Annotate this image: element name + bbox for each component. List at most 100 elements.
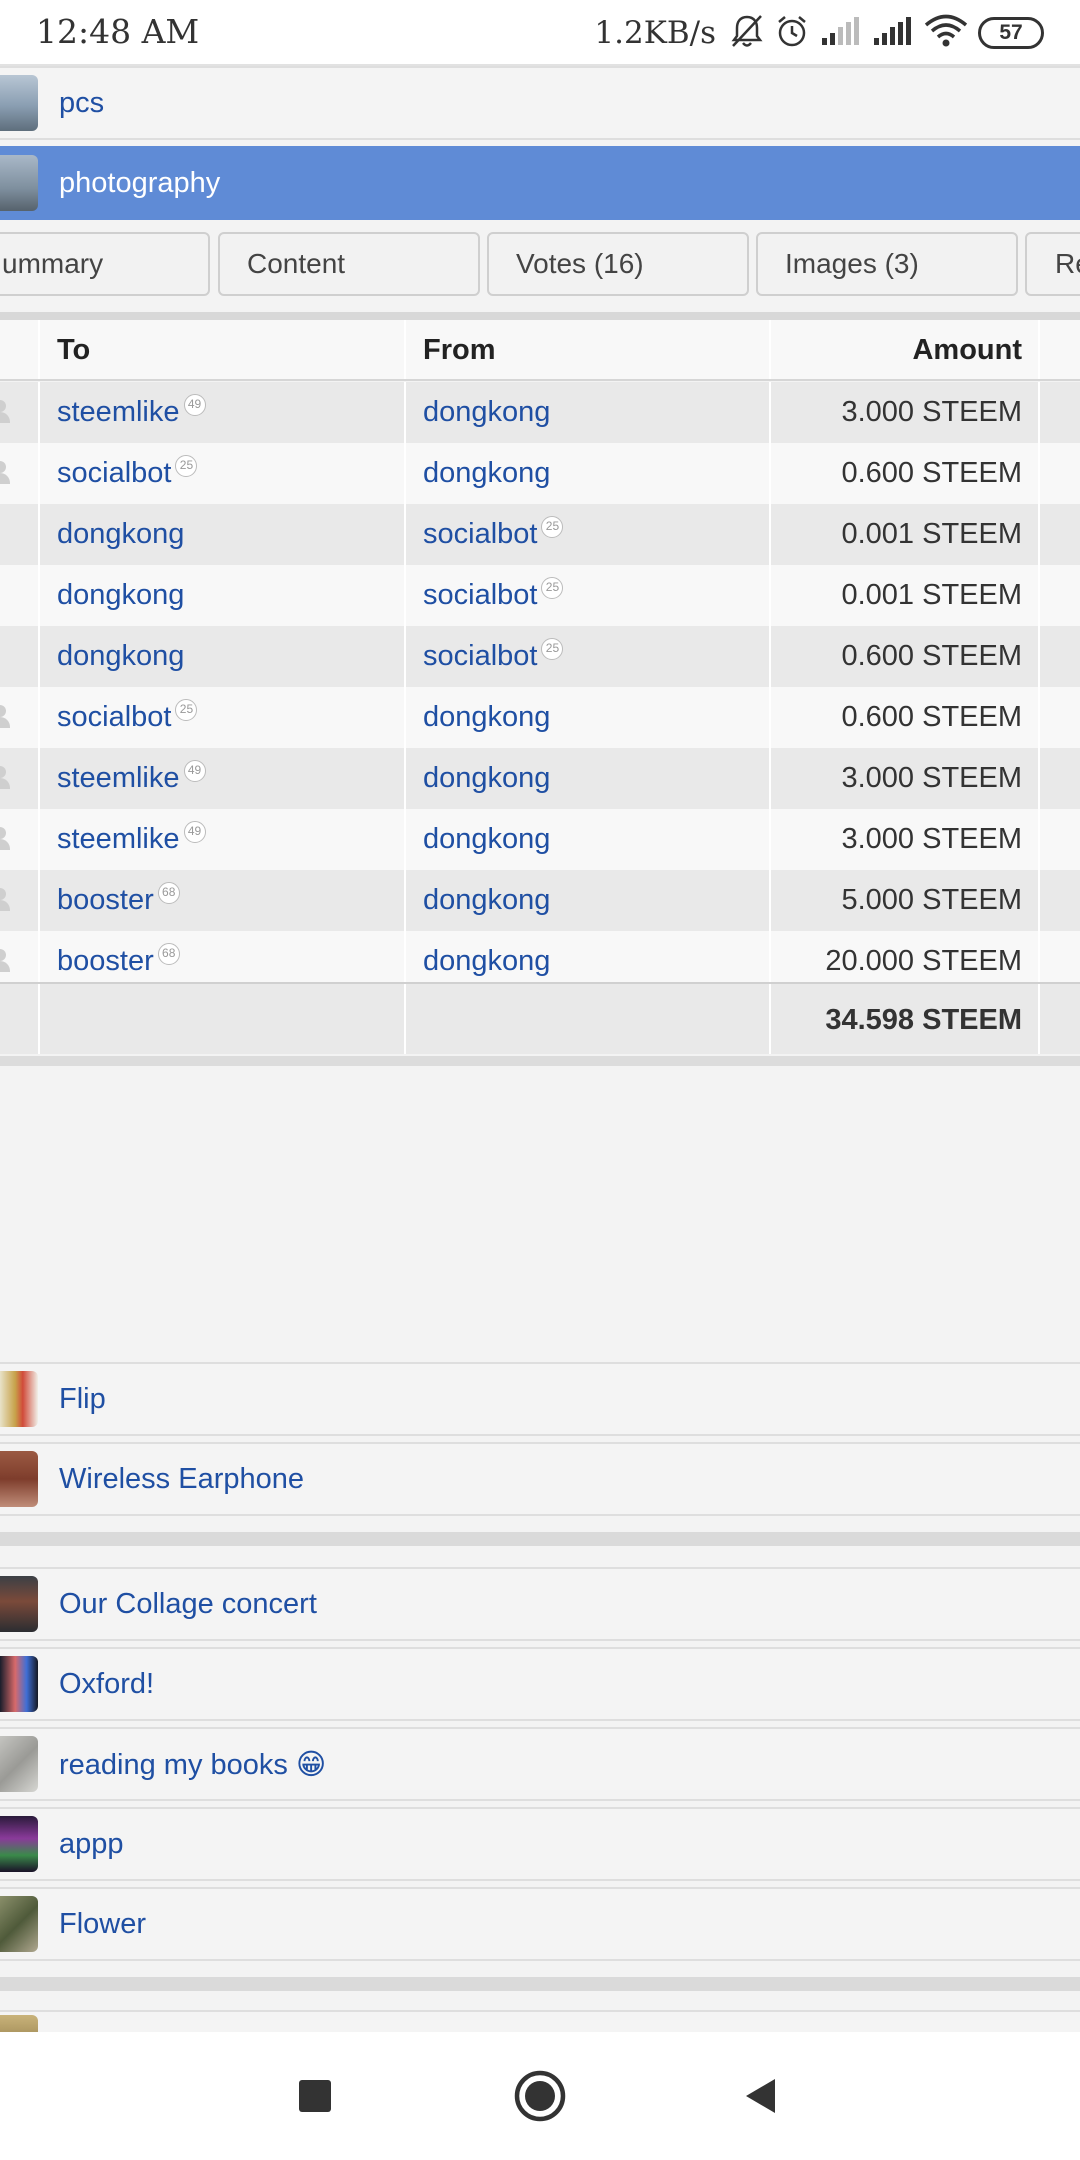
from-user-link[interactable]: dongkong — [423, 382, 550, 443]
column-header-from[interactable]: From — [423, 320, 496, 381]
list-item-our-collage-concert[interactable]: Our Collage concert — [0, 1567, 1080, 1641]
tab-votes[interactable]: Votes (16) — [487, 232, 749, 296]
to-user-cell: steemlike 49 — [57, 748, 206, 809]
section-divider — [0, 1977, 1080, 1991]
to-user-cell: booster 68 — [57, 870, 180, 931]
from-user-link[interactable]: socialbot — [423, 518, 537, 550]
bell-off-icon — [730, 13, 764, 54]
post-thumbnail — [0, 75, 38, 131]
from-user-link[interactable]: dongkong — [423, 443, 550, 504]
to-user-link[interactable]: dongkong — [57, 565, 184, 626]
amount-cell: 0.600 STEEM — [841, 640, 1022, 672]
list-item-label: photography — [59, 166, 221, 199]
reputation-badge: 68 — [157, 882, 180, 904]
tab-replies[interactable]: Re — [1025, 232, 1080, 296]
home-circle-icon[interactable] — [512, 2068, 568, 2124]
status-bar: 12:48 AM 1.2KB/s 57 — [0, 0, 1080, 66]
table-row: socialbot 25 dongkong 0.600 STEEM — [0, 687, 1080, 748]
avatar — [0, 400, 10, 424]
reputation-badge: 49 — [183, 760, 206, 782]
post-thumbnail — [0, 1816, 38, 1872]
reputation-badge: 49 — [183, 821, 206, 843]
from-user-cell: socialbot 25 — [423, 504, 564, 565]
section-divider — [0, 1532, 1080, 1546]
reputation-badge: 68 — [157, 943, 180, 965]
post-thumbnail — [0, 1896, 38, 1952]
reputation-badge: 25 — [541, 516, 564, 538]
reputation-badge: 25 — [175, 455, 198, 477]
to-user-cell: steemlike 49 — [57, 809, 206, 870]
column-header-amount[interactable]: Amount — [912, 320, 1022, 381]
amount-cell: 3.000 STEEM — [841, 823, 1022, 855]
to-user-link[interactable]: steemlike — [57, 823, 180, 855]
table-row: dongkong socialbot 25 0.600 STEEM — [0, 626, 1080, 687]
amount-cell: 0.600 STEEM — [841, 457, 1022, 489]
list-item-label: pcs — [59, 86, 105, 119]
alarm-icon — [774, 13, 810, 54]
table-row: dongkong socialbot 25 0.001 STEEM — [0, 565, 1080, 626]
list-item-pcs[interactable]: pcs — [0, 66, 1080, 140]
back-triangle-icon[interactable] — [733, 2068, 789, 2124]
amount-cell: 5.000 STEEM — [841, 884, 1022, 916]
to-user-link[interactable]: socialbot — [57, 701, 171, 733]
to-user-link[interactable]: dongkong — [57, 626, 184, 687]
tab-summary[interactable]: ummary — [0, 232, 210, 296]
list-item-photography[interactable]: photography — [0, 146, 1080, 220]
from-user-link[interactable]: dongkong — [423, 809, 550, 870]
from-user-link[interactable]: dongkong — [423, 748, 550, 809]
column-header-to[interactable]: To — [57, 320, 90, 381]
list-item-flower[interactable]: Flower — [0, 1887, 1080, 1961]
list-item-label: Flip — [59, 1382, 106, 1415]
table-row: booster 68 dongkong 5.000 STEEM — [0, 870, 1080, 931]
list-item-label: Our Collage concert — [59, 1587, 317, 1620]
post-thumbnail — [0, 1656, 38, 1712]
to-user-link[interactable]: dongkong — [57, 504, 184, 565]
to-user-link[interactable]: socialbot — [57, 457, 171, 489]
avatar — [0, 766, 10, 790]
table-total-row: 34.598 STEEM — [0, 982, 1080, 1054]
avatar — [0, 827, 10, 851]
list-item-oxford[interactable]: Oxford! — [0, 1647, 1080, 1721]
amount-cell: 0.001 STEEM — [841, 579, 1022, 611]
avatar — [0, 888, 10, 912]
to-user-link[interactable]: booster — [57, 945, 154, 977]
table-row: steemlike 49 dongkong 3.000 STEEM — [0, 382, 1080, 443]
list-item-appp[interactable]: appp — [0, 1807, 1080, 1881]
post-thumbnail — [0, 1371, 38, 1427]
from-user-cell: socialbot 25 — [423, 565, 564, 626]
list-item-wireless-earphone[interactable]: Wireless Earphone — [0, 1442, 1080, 1516]
reputation-badge: 49 — [183, 394, 206, 416]
amount-cell: 0.600 STEEM — [841, 701, 1022, 733]
list-item-reading-my-books[interactable]: reading my books 😁 — [0, 1727, 1080, 1801]
from-user-link[interactable]: dongkong — [423, 687, 550, 748]
reputation-badge: 25 — [175, 699, 198, 721]
to-user-link[interactable]: steemlike — [57, 396, 180, 428]
from-user-link[interactable]: dongkong — [423, 870, 550, 931]
to-user-cell: socialbot 25 — [57, 443, 198, 504]
app-screen: 12:48 AM 1.2KB/s 57 pcs photography umma… — [0, 0, 1080, 2160]
tab-content[interactable]: Content — [218, 232, 480, 296]
list-item-label: appp — [59, 1827, 124, 1860]
post-thumbnail — [0, 1576, 38, 1632]
to-user-cell: socialbot 25 — [57, 687, 198, 748]
list-item-flip[interactable]: Flip — [0, 1362, 1080, 1436]
tab-images[interactable]: Images (3) — [756, 232, 1018, 296]
table-row: steemlike 49 dongkong 3.000 STEEM — [0, 748, 1080, 809]
to-user-link[interactable]: booster — [57, 884, 154, 916]
amount-cell: 3.000 STEEM — [841, 396, 1022, 428]
post-thumbnail — [0, 1451, 38, 1507]
status-icons: 1.2KB/s 57 — [594, 12, 1044, 54]
table-header-row: To From Amount — [0, 320, 1080, 381]
network-speed: 1.2KB/s — [594, 15, 716, 51]
to-user-link[interactable]: steemlike — [57, 762, 180, 794]
table-row: steemlike 49 dongkong 3.000 STEEM — [0, 809, 1080, 870]
table-divider — [0, 312, 1080, 320]
signal-icon — [820, 16, 862, 51]
recents-square-icon[interactable] — [287, 2068, 343, 2124]
table-row: dongkong socialbot 25 0.001 STEEM — [0, 504, 1080, 565]
from-user-link[interactable]: socialbot — [423, 579, 537, 611]
signal-icon — [872, 16, 914, 51]
post-thumbnail — [0, 155, 38, 211]
reputation-badge: 25 — [541, 577, 564, 599]
from-user-link[interactable]: socialbot — [423, 640, 537, 672]
